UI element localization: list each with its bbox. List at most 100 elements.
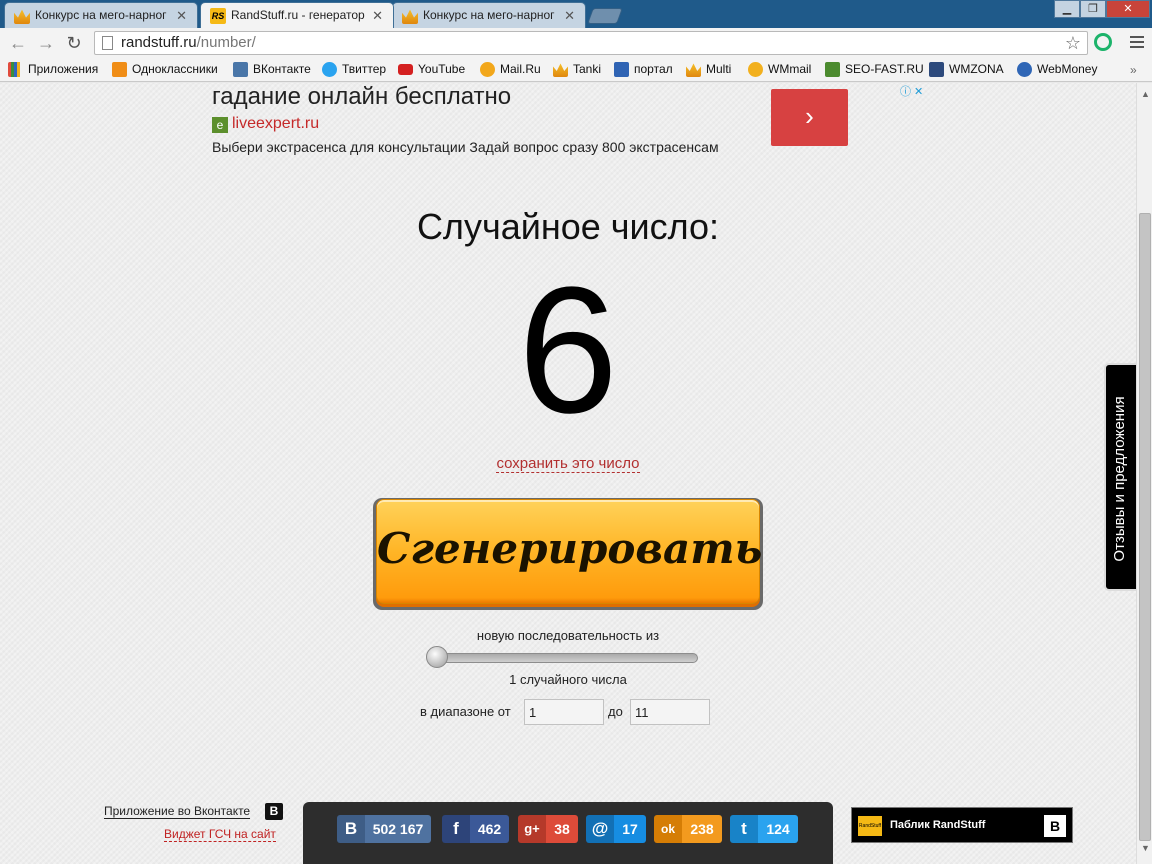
bookmark-apps[interactable]: Приложения: [8, 62, 99, 77]
ad-go-button[interactable]: ›: [771, 89, 848, 146]
share-googleplus-button[interactable]: g+ 38: [518, 815, 578, 843]
url-path: /number/: [196, 34, 256, 51]
bookmark-label: Твиттер: [342, 62, 387, 76]
count-slider-handle[interactable]: [426, 646, 448, 668]
share-vk-button[interactable]: B 502 167: [337, 815, 431, 843]
share-bar: B 502 167 f 462 g+ 38 @ 17 ok 238 t 124: [303, 802, 833, 864]
wmzona-icon: [929, 62, 944, 77]
browser-toolbar: ← → ↻ randstuff.ru/number/ ☆: [0, 28, 1152, 58]
bookmark-seo-fast[interactable]: SEO-FAST.RU: [825, 62, 924, 77]
address-bar[interactable]: randstuff.ru/number/ ☆: [94, 31, 1088, 55]
grammarly-extension-icon[interactable]: [1094, 33, 1112, 51]
bookmark-label: портал: [634, 62, 673, 76]
share-count: 502 167: [365, 815, 431, 843]
page-content: гадание онлайн бесплатно e liveexpert.ru…: [0, 83, 1136, 864]
bookmark-webmoney[interactable]: WebMoney: [1017, 62, 1098, 77]
odnoklassniki-icon: ok: [654, 815, 682, 843]
share-facebook-button[interactable]: f 462: [442, 815, 509, 843]
sequence-label: новую последовательность из: [476, 628, 660, 643]
bookmark-tanki[interactable]: Tanki: [553, 62, 601, 77]
mailru-icon: @: [586, 815, 614, 843]
vk-icon: B: [337, 815, 365, 843]
bookmark-odnoklassniki[interactable]: Одноклассники: [112, 62, 218, 77]
bookmark-label: Приложения: [28, 62, 99, 76]
range-to-input[interactable]: [630, 699, 710, 725]
scrollbar-thumb[interactable]: [1139, 213, 1151, 841]
minimize-button[interactable]: ▁: [1054, 0, 1080, 18]
bookmark-multi[interactable]: Multi: [686, 62, 732, 77]
bookmarks-bar: Приложения Одноклассники ВКонтакте Твитт…: [0, 58, 1152, 82]
share-odnoklassniki-button[interactable]: ok 238: [654, 815, 722, 843]
bookmark-twitter[interactable]: Твиттер: [322, 62, 387, 77]
bookmark-youtube[interactable]: YouTube: [398, 62, 465, 76]
range-from-input[interactable]: [524, 699, 604, 725]
vk-icon[interactable]: B: [265, 803, 283, 820]
result-title: Случайное число:: [416, 206, 720, 247]
save-number-link-row: сохранить это число: [0, 455, 1136, 473]
bookmark-wmmail[interactable]: WMmail: [748, 62, 811, 77]
vk-icon: B: [1044, 815, 1066, 837]
reload-icon[interactable]: ↻: [62, 31, 86, 55]
feedback-tab-label: Отзывы и предложения: [1111, 396, 1128, 562]
restore-button[interactable]: ❐: [1080, 0, 1106, 18]
more-bookmarks-icon[interactable]: »: [1130, 63, 1137, 77]
bookmark-label: YouTube: [418, 62, 466, 76]
share-mailru-button[interactable]: @ 17: [586, 815, 646, 843]
generate-button-frame: Сгенерировать: [373, 498, 763, 610]
feedback-tab[interactable]: Отзывы и предложения: [1104, 363, 1136, 591]
ad-description: Выбери экстрасенса для консультации Зада…: [212, 139, 719, 155]
bookmark-star-icon[interactable]: ☆: [1065, 32, 1081, 54]
bookmark-label: Mail.Ru: [500, 62, 541, 76]
googleplus-icon: g+: [518, 815, 546, 843]
bookmark-label: WebMoney: [1037, 62, 1098, 76]
vk-public-widget[interactable]: RandStuff Паблик RandStuff B: [851, 807, 1073, 843]
back-icon[interactable]: ←: [6, 31, 30, 55]
widget-link[interactable]: Виджет ГСЧ на сайт: [164, 827, 276, 842]
ad-info-icons[interactable]: ⓘ ✕: [900, 83, 923, 99]
count-label: 1 случайного числа: [509, 672, 627, 687]
bookmark-mailru[interactable]: Mail.Ru: [480, 62, 541, 77]
bookmark-wmzona[interactable]: WMZONA: [929, 62, 1004, 77]
url-host: randstuff.ru: [121, 34, 197, 51]
bookmark-vkontakte[interactable]: ВКонтакте: [233, 62, 311, 77]
idc-icon: [614, 62, 629, 77]
close-icon[interactable]: ✕: [176, 8, 187, 24]
share-count: 38: [546, 815, 578, 843]
crown-icon: [14, 9, 30, 24]
generate-button[interactable]: Сгенерировать: [376, 499, 762, 604]
tab-title: Конкурс на мего-нарног: [35, 8, 167, 22]
tab-konkurs-1[interactable]: Конкурс на мего-нарног ✕: [4, 2, 198, 28]
bookmark-label: ВКонтакте: [253, 62, 311, 76]
bookmark-label: SEO-FAST.RU: [845, 62, 924, 76]
ad-site-label: liveexpert.ru: [232, 115, 320, 132]
bookmark-portal[interactable]: портал: [614, 62, 673, 77]
ad-title[interactable]: гадание онлайн бесплатно: [212, 83, 511, 111]
tab-konkurs-2[interactable]: Конкурс на мего-нарног ✕: [392, 2, 586, 28]
new-tab-button[interactable]: [587, 8, 623, 24]
seofast-icon: [825, 62, 840, 77]
window-close-button[interactable]: ✕: [1106, 0, 1150, 18]
vk-app-link[interactable]: Приложение во Вконтакте: [104, 804, 251, 819]
share-twitter-button[interactable]: t 124: [730, 815, 798, 843]
webmoney-icon: [1017, 62, 1032, 77]
tab-randstuff[interactable]: RS RandStuff.ru - генератор ✕: [200, 2, 394, 28]
scroll-up-icon[interactable]: ▲: [1141, 89, 1150, 99]
count-slider-track[interactable]: [430, 653, 698, 663]
scroll-down-icon[interactable]: ▼: [1141, 843, 1150, 853]
tab-title: RandStuff.ru - генератор: [231, 8, 365, 22]
chrome-menu-icon[interactable]: [1130, 36, 1144, 48]
ad-site-link[interactable]: e liveexpert.ru: [212, 115, 319, 133]
randstuff-favicon-icon: RS: [210, 8, 226, 24]
range-to-label: до: [608, 704, 623, 719]
facebook-icon: f: [442, 815, 470, 843]
mailru-icon: [480, 62, 495, 77]
bookmark-label: Multi: [706, 62, 732, 76]
page-scrollbar[interactable]: ▲ ▼: [1136, 83, 1152, 864]
forward-icon[interactable]: →: [34, 31, 58, 55]
share-count: 238: [682, 815, 722, 843]
save-number-link[interactable]: сохранить это число: [496, 455, 640, 473]
random-number: 6: [517, 250, 619, 451]
close-icon[interactable]: ✕: [372, 8, 383, 24]
twitter-icon: t: [730, 815, 758, 843]
close-icon[interactable]: ✕: [564, 8, 575, 24]
